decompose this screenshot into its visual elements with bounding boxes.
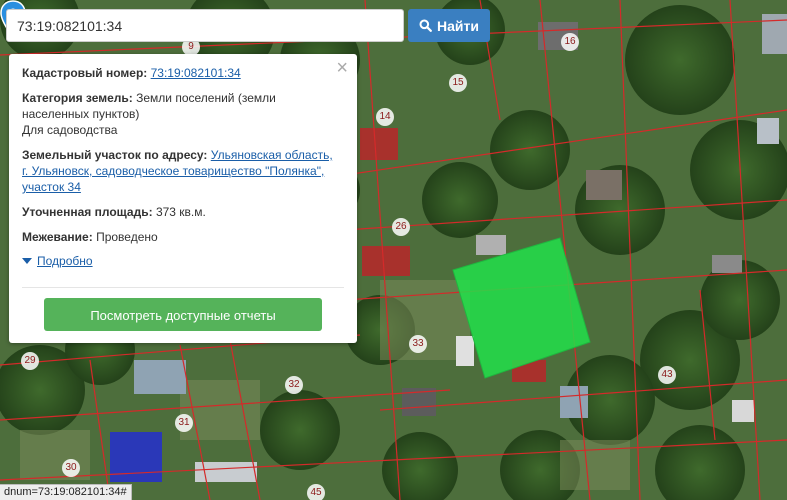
address-link-cont[interactable]: г. Ульяновск, садоводческое товарищество… (22, 164, 324, 178)
land-category-label: Категория земель: (22, 91, 133, 105)
land-category-value-cont: населенных пунктов) (22, 107, 140, 121)
area-row: Уточненная площадь: 373 кв.м. (22, 204, 344, 220)
plot-number: 14 (376, 108, 394, 126)
plot-number: 15 (449, 74, 467, 92)
search-button[interactable]: Найти (408, 9, 490, 42)
plot-number: 43 (658, 366, 676, 384)
plot-number: 30 (62, 459, 80, 477)
cadastral-number-row: Кадастровый номер: 73:19:082101:34 (22, 65, 344, 81)
search-button-label: Найти (437, 17, 479, 34)
cadastral-number-label: Кадастровый номер: (22, 66, 148, 80)
address-label: Земельный участок по адресу: (22, 148, 208, 162)
plot-number: 33 (409, 335, 427, 353)
area-value: 373 кв.м. (155, 205, 206, 219)
plot-number: 45 (307, 484, 325, 500)
cadastral-number-link[interactable]: 73:19:082101:34 (151, 66, 241, 80)
search-icon (419, 19, 432, 32)
search-input[interactable] (6, 9, 404, 42)
plot-number: 29 (21, 352, 39, 370)
address-row: Земельный участок по адресу: Ульяновская… (22, 147, 344, 195)
address-link[interactable]: Ульяновская область, (211, 148, 333, 162)
details-link[interactable]: Подробно (37, 254, 93, 268)
address-link-end[interactable]: участок 34 (22, 180, 81, 194)
plot-number: 31 (175, 414, 193, 432)
land-category-row: Категория земель: Земли поселений (земли… (22, 90, 344, 138)
details-toggle[interactable]: Подробно (22, 254, 344, 268)
chevron-down-icon (22, 258, 32, 264)
survey-label: Межевание: (22, 230, 93, 244)
plot-number: 16 (561, 33, 579, 51)
land-category-value: Земли поселений (земли (136, 91, 276, 105)
plot-number: 26 (392, 218, 410, 236)
view-reports-button[interactable]: Посмотреть доступные отчеты (44, 298, 322, 331)
parcel-info-popup: × Кадастровый номер: 73:19:082101:34 Кат… (9, 54, 357, 343)
survey-value: Проведено (96, 230, 158, 244)
survey-row: Межевание: Проведено (22, 229, 344, 245)
divider (22, 287, 344, 288)
status-bar: dnum=73:19:082101:34# (0, 484, 132, 500)
area-label: Уточненная площадь: (22, 205, 153, 219)
land-use-value: Для садоводства (22, 123, 118, 137)
plot-number: 32 (285, 376, 303, 394)
close-icon[interactable]: × (336, 58, 348, 78)
